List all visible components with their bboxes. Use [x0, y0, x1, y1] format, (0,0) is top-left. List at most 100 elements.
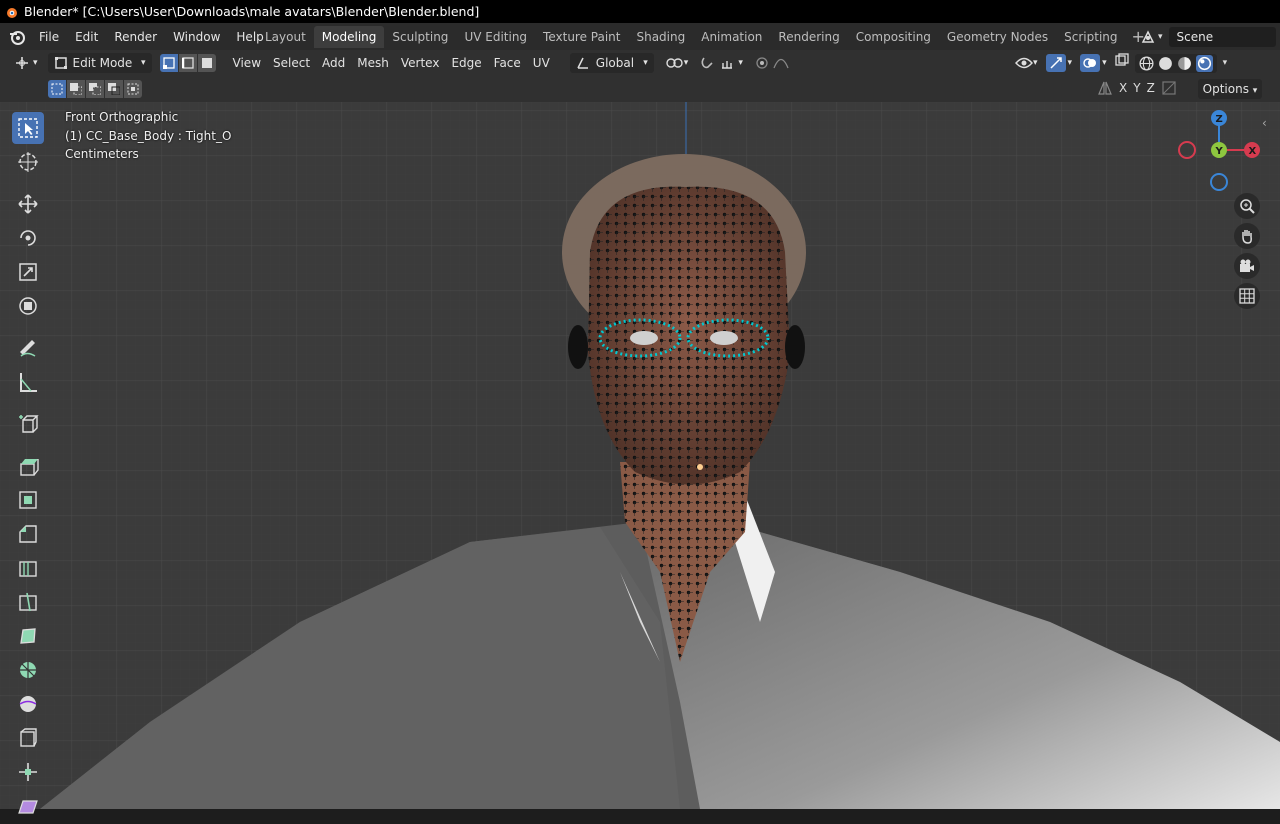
tab-shading[interactable]: Shading: [628, 26, 693, 48]
workspace-tabs: Layout Modeling Sculpting UV Editing Tex…: [257, 23, 1151, 50]
solid-shading-icon[interactable]: [1157, 55, 1174, 72]
mirror-z-toggle[interactable]: Z: [1147, 81, 1155, 95]
tab-animation[interactable]: Animation: [693, 26, 770, 48]
knife-tool-icon[interactable]: [12, 586, 44, 618]
blender-menu-icon[interactable]: [7, 27, 27, 47]
menu-mesh[interactable]: Mesh: [351, 53, 395, 73]
menu-file[interactable]: File: [31, 26, 67, 48]
menu-uv[interactable]: UV: [527, 53, 556, 73]
right-header-group: ▾ ▾ ▾ ▾: [1013, 53, 1227, 73]
tab-texture-paint[interactable]: Texture Paint: [535, 26, 628, 48]
snap-icon[interactable]: ▾: [694, 53, 749, 73]
rotate-tool-icon[interactable]: [12, 222, 44, 254]
xray-toggle-icon[interactable]: [1113, 53, 1131, 73]
select-box-tool-icon[interactable]: [12, 112, 44, 144]
mirror-y-toggle[interactable]: Y: [1133, 81, 1140, 95]
menu-face[interactable]: Face: [488, 53, 527, 73]
visibility-icon[interactable]: ▾: [1013, 53, 1040, 73]
gizmo-toggle-icon[interactable]: ▾: [1044, 53, 1075, 73]
scale-tool-icon[interactable]: [12, 256, 44, 288]
camera-view-icon[interactable]: [1234, 253, 1260, 279]
menu-edge[interactable]: Edge: [445, 53, 487, 73]
menu-window[interactable]: Window: [165, 26, 228, 48]
tab-scripting[interactable]: Scripting: [1056, 26, 1125, 48]
edge-select-icon[interactable]: [178, 54, 197, 72]
select-new-icon[interactable]: [48, 80, 66, 98]
menu-add[interactable]: Add: [316, 53, 351, 73]
orientation-icon: [577, 57, 588, 69]
select-intersect-icon[interactable]: [124, 80, 142, 98]
mode-label: Edit Mode: [72, 56, 133, 70]
add-cube-tool-icon[interactable]: [12, 408, 44, 440]
select-invert-icon[interactable]: [105, 80, 123, 98]
menu-select[interactable]: Select: [267, 53, 316, 73]
mirror-x-toggle[interactable]: X: [1119, 81, 1127, 95]
edge-slide-tool-icon[interactable]: [12, 722, 44, 754]
tab-geometry-nodes[interactable]: Geometry Nodes: [939, 26, 1056, 48]
tab-rendering[interactable]: Rendering: [770, 26, 847, 48]
select-subtract-icon[interactable]: [86, 80, 104, 98]
wireframe-shading-icon[interactable]: [1138, 55, 1155, 72]
editor-type-icon[interactable]: ▾: [8, 53, 44, 73]
proportional-editing-icon[interactable]: [749, 53, 795, 73]
rendered-shading-icon[interactable]: [1195, 54, 1214, 72]
chevron-down-icon: ▾: [141, 58, 146, 68]
viewport-info: Front Orthographic (1) CC_Base_Body : Ti…: [65, 108, 231, 164]
spin-tool-icon[interactable]: [12, 654, 44, 686]
chevron-down-icon[interactable]: ▾: [1223, 58, 1228, 68]
scene-selector[interactable]: ▾ Scene: [1140, 26, 1276, 47]
scene-name[interactable]: Scene: [1168, 26, 1276, 47]
zoom-icon[interactable]: [1234, 193, 1260, 219]
view-name: Front Orthographic: [65, 110, 179, 124]
shrink-fatten-tool-icon[interactable]: [12, 756, 44, 788]
3d-viewport[interactable]: Z Y X Front Orthographic (1) CC_Base_Bod…: [0, 102, 1280, 809]
menu-vertex[interactable]: Vertex: [395, 53, 446, 73]
poly-build-tool-icon[interactable]: [12, 620, 44, 652]
tab-sculpting[interactable]: Sculpting: [384, 26, 456, 48]
tab-uv-editing[interactable]: UV Editing: [456, 26, 535, 48]
menu-view[interactable]: View: [227, 53, 267, 73]
mode-selector[interactable]: Edit Mode ▾: [47, 53, 152, 73]
overlays-toggle-icon[interactable]: ▾: [1078, 53, 1109, 73]
vertex-select-icon[interactable]: [159, 54, 178, 72]
orientation-label: Global: [595, 56, 635, 70]
selection-mode-group: [48, 80, 143, 98]
menu-render[interactable]: Render: [106, 26, 165, 48]
select-extend-icon[interactable]: [67, 80, 85, 98]
tab-layout[interactable]: Layout: [257, 26, 314, 48]
viewport-header: ▾ Edit Mode ▾ View Select Add Mesh Verte…: [0, 50, 1280, 76]
blender-logo-icon: [7, 7, 17, 18]
pivot-point-icon[interactable]: ▾: [660, 53, 695, 73]
tab-modeling[interactable]: Modeling: [313, 25, 385, 48]
object-info: (1) CC_Base_Body : Tight_O: [65, 128, 232, 143]
menu-edit[interactable]: Edit: [67, 26, 106, 48]
tab-compositing[interactable]: Compositing: [848, 26, 939, 48]
cursor-tool-icon[interactable]: [12, 146, 44, 178]
tool-shelf: [8, 110, 48, 824]
loop-cut-tool-icon[interactable]: [12, 552, 44, 584]
grid-ortho-icon[interactable]: [1234, 283, 1260, 309]
shear-tool-icon[interactable]: [12, 790, 44, 822]
chevron-down-icon: ▾: [1158, 31, 1163, 42]
scene-icon: [1141, 29, 1155, 43]
snap-increment-icon: [722, 61, 733, 69]
face-select-icon[interactable]: [197, 54, 216, 72]
smooth-tool-icon[interactable]: [12, 688, 44, 720]
window-titlebar: Blender* [C:\Users\User\Downloads\male a…: [0, 0, 1280, 23]
material-shading-icon[interactable]: [1176, 55, 1193, 72]
measure-tool-icon[interactable]: [12, 366, 44, 398]
annotate-tool-icon[interactable]: [12, 332, 44, 364]
transform-tool-icon[interactable]: [12, 290, 44, 322]
shading-modes: [1134, 53, 1217, 73]
bevel-tool-icon[interactable]: [12, 518, 44, 550]
options-dropdown[interactable]: Options ▾: [1198, 79, 1262, 99]
transform-orientation-dropdown[interactable]: Global ▾: [569, 53, 654, 73]
select-mode-group: [159, 54, 217, 72]
extrude-tool-icon[interactable]: [12, 450, 44, 482]
move-tool-icon[interactable]: [12, 188, 44, 220]
inset-tool-icon[interactable]: [12, 484, 44, 516]
pan-hand-icon[interactable]: [1234, 223, 1260, 249]
edit-mode-icon: [54, 57, 67, 69]
sidebar-toggle-icon[interactable]: ‹: [1262, 116, 1267, 130]
topology-mirror-icon[interactable]: [1161, 80, 1177, 96]
